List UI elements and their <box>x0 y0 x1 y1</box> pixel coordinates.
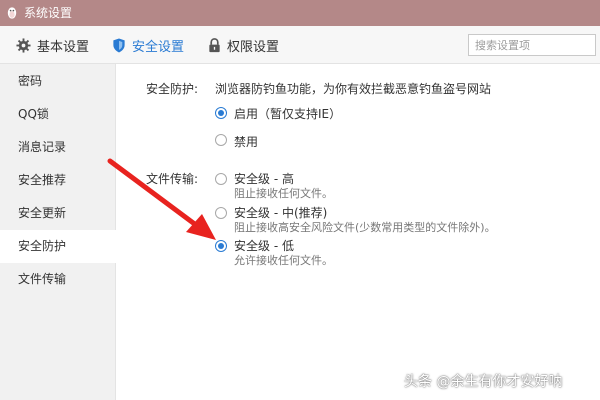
option-security-high-desc: 阻止接收任何文件。 <box>234 187 333 200</box>
phishing-protection-description: 浏览器防钓鱼功能，为你有效拦截恶意钓鱼盗号网站 <box>215 82 492 96</box>
tab-permission-settings[interactable]: 权限设置 <box>208 26 279 64</box>
sidebar-item-file-transfer[interactable]: 文件传输 <box>0 263 116 296</box>
radio-security-medium[interactable] <box>215 207 227 219</box>
settings-panel: 安全防护: 浏览器防钓鱼功能，为你有效拦截恶意钓鱼盗号网站 启用（暂仅支持IE）… <box>116 64 600 400</box>
sidebar: 密码 QQ锁 消息记录 安全推荐 安全更新 安全防护 文件传输 <box>0 64 116 400</box>
settings-window: 系统设置 基本设置 安全设置 权限设置 搜索设置项 密码 QQ锁 消息记录 安全… <box>0 0 600 400</box>
search-settings-input[interactable] <box>468 34 596 56</box>
phishing-protection-label: 安全防护: <box>146 82 199 96</box>
qq-penguin-icon <box>7 7 17 19</box>
sidebar-item-qq-lock[interactable]: QQ锁 <box>0 98 116 131</box>
sidebar-item-security-recommend[interactable]: 安全推荐 <box>0 164 116 197</box>
radio-phishing-disable[interactable] <box>215 134 227 146</box>
gear-icon <box>16 37 31 53</box>
option-phishing-enable-label[interactable]: 启用（暂仅支持IE） <box>234 105 341 122</box>
sidebar-item-security-update[interactable]: 安全更新 <box>0 197 116 230</box>
radio-security-high[interactable] <box>215 173 227 185</box>
option-security-low-desc: 允许接收任何文件。 <box>234 254 333 267</box>
sidebar-item-password[interactable]: 密码 <box>0 65 116 98</box>
window-title: 系统设置 <box>24 6 73 20</box>
tab-label: 安全设置 <box>132 39 185 55</box>
watermark: 头条 @余生有你才安好呐 <box>404 374 563 390</box>
lock-icon <box>209 37 220 52</box>
tab-label: 基本设置 <box>37 39 90 55</box>
option-phishing-disable-label[interactable]: 禁用 <box>234 133 258 150</box>
option-security-medium-desc: 阻止接收高安全风险文件(少数常用类型的文件除外)。 <box>234 221 496 234</box>
file-transfer-label: 文件传输: <box>146 172 199 186</box>
title-bar: 系统设置 <box>0 0 600 26</box>
sidebar-item-message-history[interactable]: 消息记录 <box>0 131 116 164</box>
tab-security-settings[interactable]: 安全设置 <box>112 26 184 64</box>
tab-label: 权限设置 <box>227 39 280 55</box>
radio-phishing-enable[interactable] <box>215 107 227 119</box>
shield-icon <box>113 37 125 53</box>
radio-security-low[interactable] <box>215 240 227 252</box>
tab-bar: 基本设置 安全设置 权限设置 <box>0 26 600 64</box>
sidebar-item-security-protection[interactable]: 安全防护 <box>0 230 116 263</box>
tab-basic-settings[interactable]: 基本设置 <box>16 26 89 64</box>
